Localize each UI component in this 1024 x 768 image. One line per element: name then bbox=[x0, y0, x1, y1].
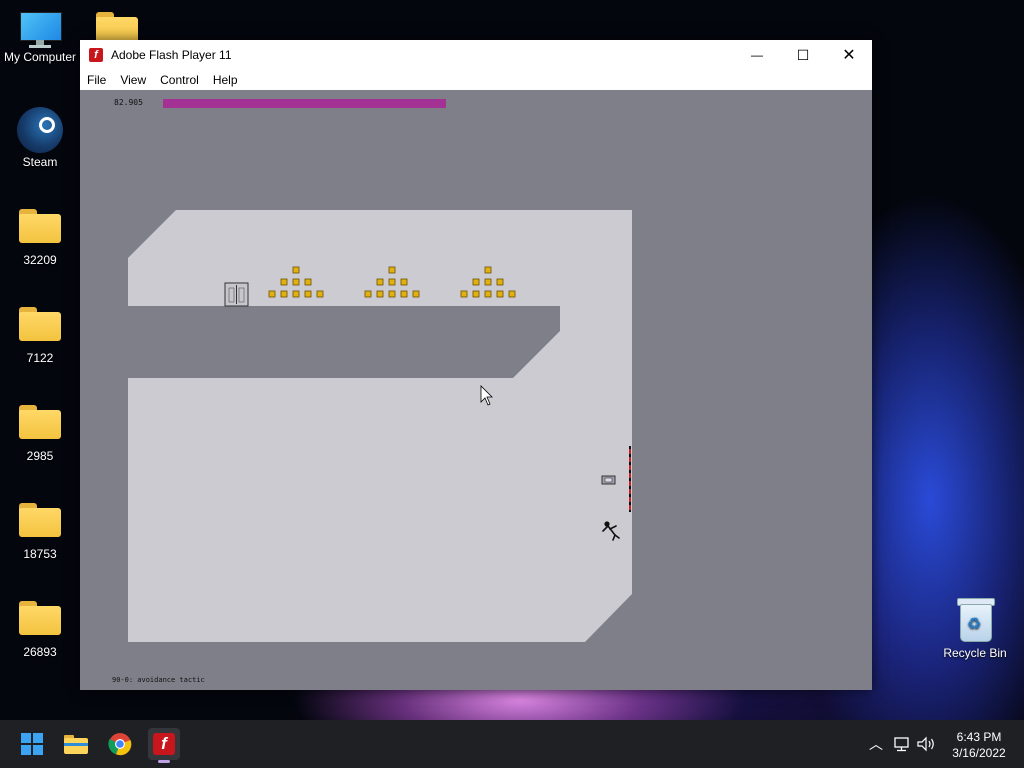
level-floor bbox=[128, 210, 632, 642]
close-icon: ✕ bbox=[842, 47, 856, 64]
desktop-icon-my-computer[interactable]: My Computer bbox=[0, 10, 80, 64]
gold-piece bbox=[292, 278, 300, 286]
recycle-bin-icon: ♻ bbox=[957, 598, 995, 642]
gold-piece bbox=[412, 290, 420, 298]
window-title: Adobe Flash Player 11 bbox=[111, 48, 232, 62]
gold-piece bbox=[304, 278, 312, 286]
desktop-icon-label: 18753 bbox=[23, 547, 57, 561]
gold-piece bbox=[484, 290, 492, 298]
maximize-button[interactable]: ☐ bbox=[780, 40, 826, 70]
start-button[interactable] bbox=[16, 728, 48, 760]
taskbar-clock[interactable]: 6:43 PM 3/16/2022 bbox=[944, 729, 1014, 761]
minimize-icon: — bbox=[751, 48, 763, 62]
gold-piece bbox=[400, 278, 408, 286]
gold-piece bbox=[484, 278, 492, 286]
gold-piece bbox=[484, 266, 492, 274]
gold-piece bbox=[292, 266, 300, 274]
desktop-icon-folder-26893[interactable]: 26893 bbox=[0, 601, 80, 659]
gold-piece bbox=[280, 290, 288, 298]
launch-pad bbox=[601, 475, 616, 485]
desktop-icon-recycle-bin[interactable]: ♻ Recycle Bin bbox=[935, 598, 1015, 660]
desktop-icon-folder-7122[interactable]: 7122 bbox=[0, 307, 80, 365]
folder-icon bbox=[19, 209, 61, 243]
menu-help[interactable]: Help bbox=[206, 73, 245, 87]
gold-piece bbox=[496, 278, 504, 286]
clock-time: 6:43 PM bbox=[956, 730, 1002, 744]
file-explorer-icon bbox=[64, 735, 88, 754]
desktop-icon-label: 26893 bbox=[23, 645, 57, 659]
folder-icon bbox=[19, 307, 61, 341]
desktop-icon-label: My Computer bbox=[3, 50, 77, 64]
gold-piece bbox=[388, 290, 396, 298]
gold-piece bbox=[388, 266, 396, 274]
gold-piece bbox=[472, 290, 480, 298]
folder-icon bbox=[19, 503, 61, 537]
menu-file[interactable]: File bbox=[80, 73, 113, 87]
gold-piece bbox=[460, 290, 468, 298]
desktop-icon-label: Steam bbox=[22, 155, 58, 169]
title-bar[interactable]: f Adobe Flash Player 11 — ☐ ✕ bbox=[80, 40, 872, 70]
menu-bar: File View Control Help bbox=[80, 70, 872, 90]
gold-piece bbox=[364, 290, 372, 298]
gold-piece bbox=[292, 290, 300, 298]
menu-view[interactable]: View bbox=[113, 73, 153, 87]
flash-player-app-icon: f bbox=[89, 48, 103, 62]
gold-piece bbox=[496, 290, 504, 298]
gold-piece bbox=[280, 278, 288, 286]
desktop-icon-steam[interactable]: Steam bbox=[0, 107, 80, 169]
chrome-icon bbox=[108, 733, 132, 756]
game-stage[interactable]: 82.905 90-0: avoidance tactic bbox=[80, 90, 872, 690]
show-hidden-icons-chevron-icon[interactable]: ︿ bbox=[866, 734, 886, 754]
clock-date: 3/16/2022 bbox=[952, 746, 1006, 760]
gold-piece bbox=[472, 278, 480, 286]
start-icon bbox=[21, 733, 43, 755]
desktop-icon-folder-2985[interactable]: 2985 bbox=[0, 405, 80, 463]
network-icon[interactable] bbox=[892, 736, 912, 752]
steam-icon bbox=[17, 107, 63, 153]
folder-icon bbox=[19, 601, 61, 635]
taskbar-flash-player[interactable]: f bbox=[148, 728, 180, 763]
gold-piece bbox=[304, 290, 312, 298]
desktop-icon-folder-32209[interactable]: 32209 bbox=[0, 209, 80, 267]
menu-control[interactable]: Control bbox=[153, 73, 206, 87]
desktop-icon-label: 7122 bbox=[26, 351, 54, 365]
gold-piece bbox=[508, 290, 516, 298]
gold-piece bbox=[376, 278, 384, 286]
close-button[interactable]: ✕ bbox=[826, 40, 872, 70]
volume-icon[interactable] bbox=[916, 736, 936, 752]
gold-piece bbox=[316, 290, 324, 298]
minimize-button[interactable]: — bbox=[734, 40, 780, 70]
system-tray: ︿ bbox=[866, 720, 936, 768]
desktop-icon-label: 2985 bbox=[26, 449, 54, 463]
folder-icon bbox=[19, 405, 61, 439]
desktop-icon-label: 32209 bbox=[23, 253, 57, 267]
level-map bbox=[128, 210, 632, 642]
flash-player-icon: f bbox=[153, 733, 175, 755]
gold-piece bbox=[268, 290, 276, 298]
maximize-icon: ☐ bbox=[796, 46, 810, 63]
flash-player-window[interactable]: f Adobe Flash Player 11 — ☐ ✕ File View … bbox=[80, 40, 872, 690]
level-name: 90-0: avoidance tactic bbox=[112, 676, 205, 684]
gold-piece bbox=[400, 290, 408, 298]
gold-piece bbox=[376, 290, 384, 298]
gold-piece bbox=[388, 278, 396, 286]
desktop-icon-label: Recycle Bin bbox=[943, 646, 1007, 660]
my-computer-icon bbox=[18, 10, 62, 48]
taskbar-chrome[interactable] bbox=[104, 728, 136, 760]
taskbar: f ︿ 6:43 PM 3/16/2022 bbox=[0, 720, 1024, 768]
exit-door bbox=[224, 282, 249, 307]
taskbar-file-explorer[interactable] bbox=[60, 728, 92, 760]
desktop-icon-folder-18753[interactable]: 18753 bbox=[0, 503, 80, 561]
